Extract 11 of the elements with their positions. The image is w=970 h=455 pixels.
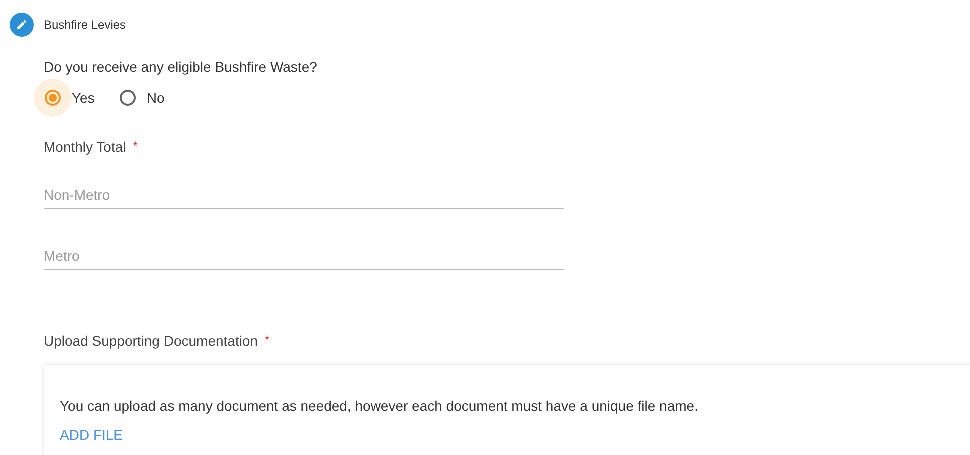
- required-mark: *: [133, 139, 138, 155]
- radio-option[interactable]: No: [108, 79, 173, 117]
- edit-icon: [10, 13, 34, 37]
- field-label: Monthly Total: [44, 139, 126, 155]
- question-label: Do you receive any eligible Bushfire Waste?: [44, 59, 318, 75]
- section-title: Bushfire Levies: [44, 18, 126, 32]
- input-field[interactable]: Non-Metro: [44, 179, 564, 209]
- upload-note: You can upload as many document as needed, however each document must have a unique file name.: [60, 398, 700, 414]
- field-label: Upload Supporting Documentation: [44, 333, 258, 349]
- required-mark: *: [265, 333, 270, 349]
- input-field[interactable]: Metro: [44, 240, 564, 270]
